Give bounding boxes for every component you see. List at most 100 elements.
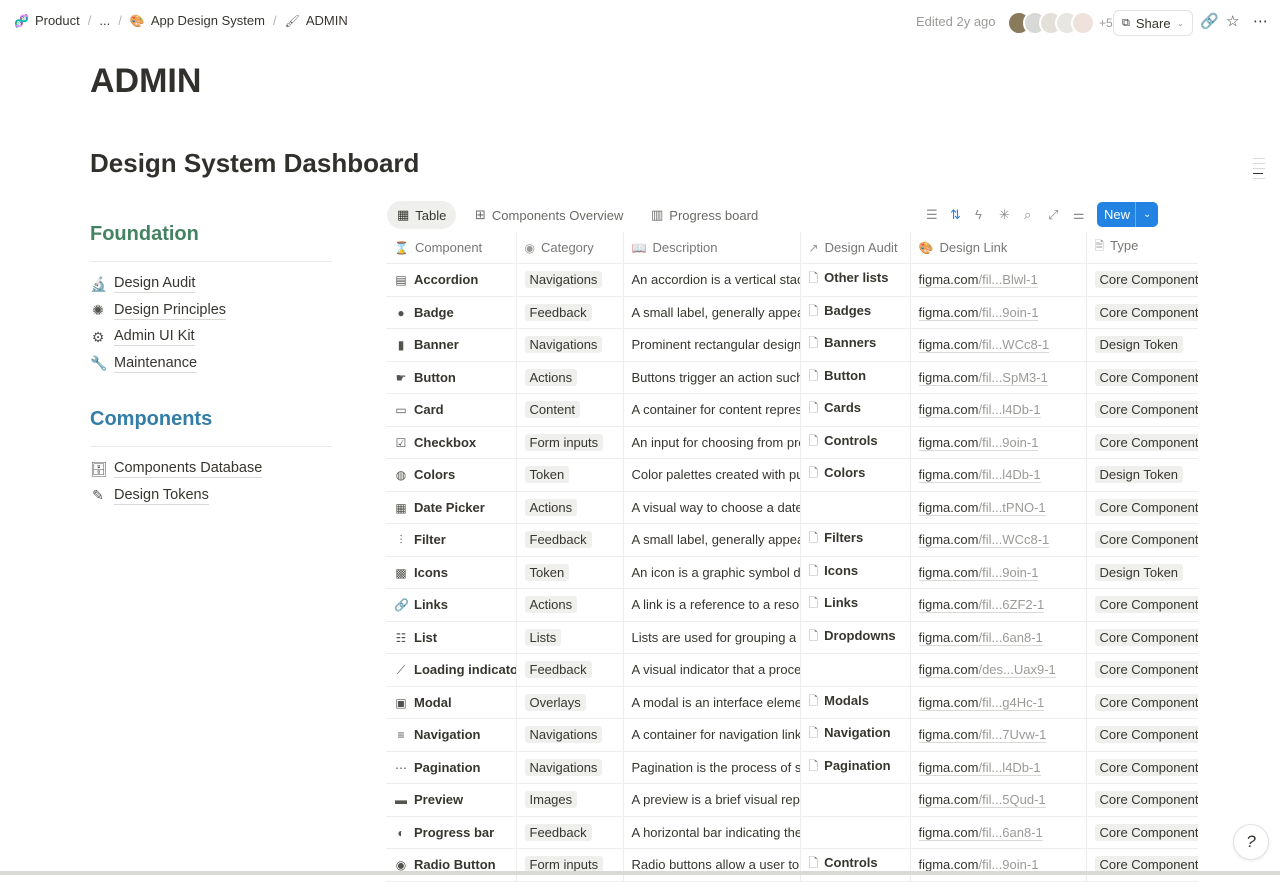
cell-description[interactable]: An accordion is a vertical stac [623,263,801,297]
link-path[interactable]: /des...Uax9-1 [978,662,1056,679]
cell-type[interactable]: Core Component [1086,816,1198,849]
cell-component[interactable]: ▣ Modal [386,686,517,719]
cell-description[interactable]: A container for content repres [623,393,801,427]
avatar-extra-count[interactable]: +5 [1099,16,1113,30]
cell-type[interactable]: Design Token [1086,328,1198,362]
audit-link[interactable]: Button [824,368,866,383]
audit-link[interactable]: Colors [824,465,865,480]
audit-link[interactable]: Banners [824,335,876,350]
cell-design-audit[interactable]: 🗋 Dropdowns [800,621,911,654]
audit-link[interactable]: Cards [824,400,861,415]
link-domain[interactable]: figma.com [918,402,979,419]
link-path[interactable]: /fil...l4Db-1 [978,759,1041,776]
breadcrumb-item-product[interactable]: Product [35,13,80,28]
audit-link[interactable]: Navigation [824,725,890,740]
cell-category[interactable]: Form inputs [516,426,624,459]
cell-description[interactable]: An input for choosing from pre [623,426,801,459]
column-header-description[interactable]: 📖 Description [623,232,801,264]
cell-design-link[interactable]: figma.com/fil...tPNO-1 [910,491,1087,524]
cell-component[interactable]: ▬ Preview [386,783,517,817]
cell-design-link[interactable]: figma.com/fil...WCc8-1 [910,328,1087,362]
cell-description[interactable]: Radio buttons allow a user to [623,848,801,882]
link-domain[interactable]: figma.com [918,532,979,549]
link-path[interactable]: /fil...l4Db-1 [978,467,1041,484]
cell-design-audit[interactable]: 🗋 Navigation [800,718,911,752]
cell-category[interactable]: Navigations [516,263,624,297]
avatar-group[interactable]: +5 [1007,11,1113,35]
cell-category[interactable]: Actions [516,491,624,524]
link-path[interactable]: /fil...tPNO-1 [978,499,1046,516]
link-domain[interactable]: figma.com [918,629,979,646]
cell-component[interactable]: ☛ Button [386,361,517,394]
link-domain[interactable]: figma.com [918,467,979,484]
table-row[interactable]: ▤ Accordion Navigations An accordion is a v… [386,263,1198,297]
link-domain[interactable]: figma.com [918,564,979,581]
cell-design-audit[interactable]: 🗋 Modals [800,686,911,719]
filter-icon[interactable]: ☰ [926,207,938,223]
cell-type[interactable]: Core Component [1086,686,1198,719]
cell-design-audit[interactable]: 🗋 Filters [800,523,911,557]
search-icon[interactable]: ⌕ [1024,207,1031,223]
cell-description[interactable]: Lists are used for grouping a c [623,621,801,654]
link-path[interactable]: /fil...9oin-1 [978,564,1039,581]
expand-icon[interactable]: ⤢ [1048,207,1058,223]
table-row[interactable]: ≡ Navigation Navigations A container for na… [386,718,1198,752]
table-row[interactable]: ☛ Button Actions Buttons trigger an action … [386,361,1198,394]
link-path[interactable]: /fil...Blwl-1 [978,272,1038,289]
column-header-category[interactable]: ◉ Category [516,232,624,264]
tab-progress-board[interactable]: ▥ Progress board [641,201,768,229]
nav-item-design-tokens[interactable]: ✎ Design Tokens [90,483,262,510]
link-path[interactable]: /fil...9oin-1 [978,304,1039,321]
breadcrumb-item-app-design-system[interactable]: App Design System [151,13,265,28]
cell-type[interactable]: Core Component [1086,621,1198,654]
cell-component[interactable]: ≡ Navigation [386,718,517,752]
table-row[interactable]: ◐ Progress bar Feedback A horizontal bar in… [386,816,1198,849]
link-domain[interactable]: figma.com [918,304,979,321]
cell-type[interactable]: Core Component [1086,426,1198,459]
table-row[interactable]: ☷ List Lists Lists are used for grouping a … [386,621,1198,654]
cell-design-link[interactable]: figma.com/fil...9oin-1 [910,426,1087,459]
cell-category[interactable]: Feedback [516,296,624,329]
table-row[interactable]: ⫶ Filter Feedback A small label, generally … [386,523,1198,557]
share-button[interactable]: ⧉ Share ⌄ [1113,10,1194,36]
cell-description[interactable]: A small label, generally appea [623,523,801,557]
link-path[interactable]: /fil...7Uvw-1 [978,727,1047,744]
cell-category[interactable]: Token [516,556,624,589]
cell-design-audit[interactable] [800,783,911,817]
link-path[interactable]: /fil...6an8-1 [978,629,1043,646]
link-path[interactable]: /fil...SpM3-1 [978,369,1048,386]
cell-description[interactable]: A horizontal bar indicating the [623,816,801,849]
cell-component[interactable]: ◍ Colors [386,458,517,492]
cell-design-link[interactable]: figma.com/fil...9oin-1 [910,848,1087,882]
link-path[interactable]: /fil...6an8-1 [978,824,1043,841]
cell-component[interactable]: ▤ Accordion [386,263,517,297]
cell-category[interactable]: Overlays [516,686,624,719]
cell-type[interactable]: Core Component [1086,491,1198,524]
cell-design-audit[interactable]: 🗋 Controls [800,426,911,459]
column-header-design-link[interactable]: 🎨 Design Link [910,232,1087,264]
cell-category[interactable]: Images [516,783,624,817]
cell-category[interactable]: Content [516,393,624,427]
audit-link[interactable]: Controls [824,433,877,448]
link-path[interactable]: /fil...g4Hc-1 [978,694,1045,711]
cell-description[interactable]: A small label, generally appea [623,296,801,329]
cell-type[interactable]: Core Component [1086,263,1198,297]
link-path[interactable]: /fil...WCc8-1 [978,532,1050,549]
table-row[interactable]: ● Badge Feedback A small label, generally a… [386,296,1198,329]
cell-category[interactable]: Feedback [516,653,624,687]
nav-item-maintenance[interactable]: 🔧 Maintenance [90,351,226,378]
cell-design-audit[interactable]: 🗋 Icons [800,556,911,589]
audit-link[interactable]: Controls [824,855,877,870]
link-domain[interactable]: figma.com [918,369,979,386]
table-row[interactable]: ▦ Date Picker Actions A visual way to choos… [386,491,1198,524]
audit-link[interactable]: Modals [824,693,869,708]
nav-item-admin-ui-kit[interactable]: ⚙ Admin UI Kit [90,324,226,351]
cell-design-link[interactable]: figma.com/fil...6an8-1 [910,816,1087,849]
table-row[interactable]: ▮ Banner Navigations Prominent rectangular … [386,328,1198,362]
link-domain[interactable]: figma.com [918,759,979,776]
table-row[interactable]: ▬ Preview Images A preview is a brief visua… [386,783,1198,817]
cell-design-audit[interactable]: 🗋 Colors [800,458,911,492]
cell-design-link[interactable]: figma.com/fil...WCc8-1 [910,523,1087,557]
table-row[interactable]: ▩ Icons Token An icon is a graphic symbol d… [386,556,1198,589]
nav-item-components-database[interactable]: 🗄 Components Database [90,456,263,483]
